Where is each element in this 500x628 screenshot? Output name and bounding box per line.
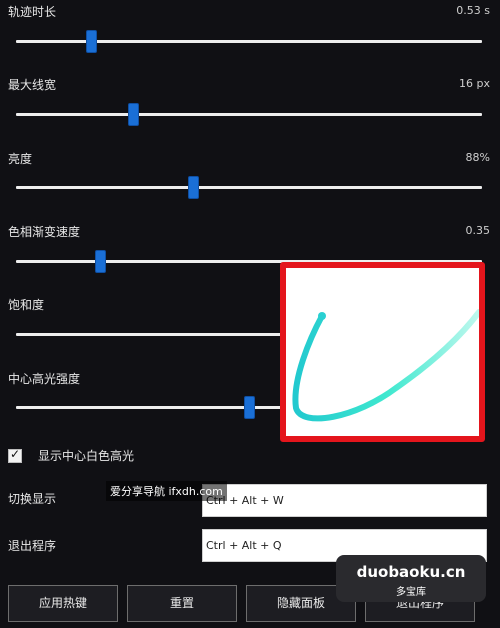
highlight-thumb[interactable] (244, 396, 255, 419)
brand-watermark: duobaoku.cn 多宝库 (336, 555, 486, 602)
highlight-checkbox-label: 显示中心白色高光 (38, 449, 135, 463)
exit-program-label: 退出程序 (8, 539, 57, 553)
saturation-label: 饱和度 (8, 298, 45, 312)
duration-track[interactable] (16, 30, 482, 53)
highlight-checkbox[interactable]: ✓ (8, 447, 22, 463)
site-watermark: 爱分享导航 ifxdh.com (106, 481, 227, 501)
brightness-track[interactable] (16, 176, 482, 199)
brightness-label: 亮度 (8, 152, 33, 166)
hue-speed-thumb[interactable] (94, 250, 106, 273)
duration-value: 0.53 s (456, 4, 490, 17)
hue-speed-value: 0.35 (465, 224, 491, 237)
max-width-label: 最大线宽 (8, 78, 57, 92)
stroke-preview-drawing (292, 309, 479, 422)
hue-speed-label: 色相渐变速度 (8, 225, 81, 239)
max-width-track[interactable] (16, 103, 482, 126)
max-width-value: 16 px (459, 77, 490, 90)
brand-watermark-subtitle: 多宝库 (396, 587, 426, 598)
reset-button[interactable]: 重置 (127, 585, 237, 622)
toggle-display-hotkey-field[interactable]: Ctrl + Alt + W (202, 484, 487, 517)
stroke-preview (280, 262, 485, 442)
check-icon: ✓ (10, 447, 21, 461)
duration-thumb[interactable] (85, 30, 97, 53)
brightness-thumb[interactable] (188, 176, 200, 199)
brand-watermark-title: duobaoku.cn (356, 563, 466, 581)
max-width-thumb[interactable] (127, 103, 139, 126)
brightness-value: 88% (465, 151, 490, 164)
toggle-display-label: 切换显示 (8, 492, 57, 506)
apply-hotkeys-button[interactable]: 应用热键 (8, 585, 118, 622)
duration-label: 轨迹时长 (8, 5, 57, 19)
highlight-label: 中心高光强度 (8, 372, 81, 386)
